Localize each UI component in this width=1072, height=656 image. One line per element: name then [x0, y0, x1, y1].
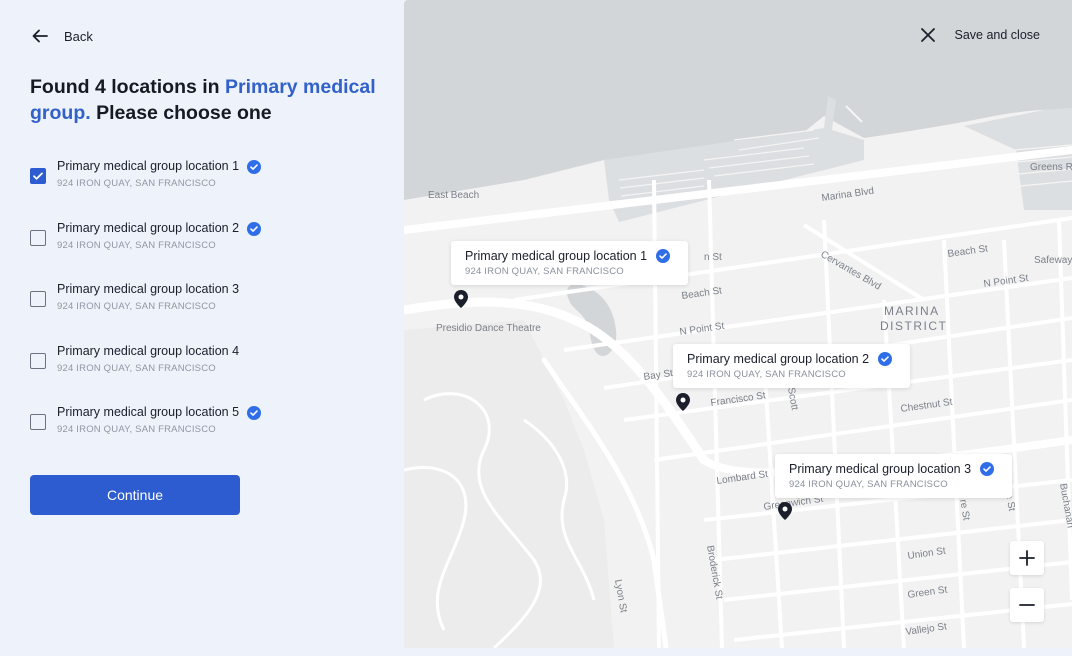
- location-checkbox-5[interactable]: [30, 414, 46, 430]
- check-icon: [33, 172, 43, 180]
- map-pin-icon[interactable]: [676, 393, 690, 411]
- plus-icon: [1019, 550, 1035, 566]
- card-location-address: 924 IRON QUAY, SAN FRANCISCO: [789, 479, 948, 490]
- location-option-2[interactable]: Primary medical group location 2 924 IRO…: [30, 221, 262, 251]
- back-label: Back: [64, 28, 93, 44]
- location-address: 924 IRON QUAY, SAN FRANCISCO: [57, 178, 216, 189]
- verified-icon: [247, 221, 262, 236]
- zoom-out-button[interactable]: [1010, 588, 1044, 622]
- close-icon: [920, 28, 935, 42]
- location-address: 924 IRON QUAY, SAN FRANCISCO: [57, 424, 216, 435]
- verified-icon: [980, 462, 995, 476]
- location-address: 924 IRON QUAY, SAN FRANCISCO: [57, 240, 216, 251]
- map-label: Greens Re: [1030, 162, 1072, 173]
- arrow-left-icon: [32, 29, 48, 43]
- map-label: MARINA: [884, 304, 940, 318]
- map-canvas[interactable]: East Beach Marina Blvd Greens Re Beach S…: [404, 0, 1072, 648]
- location-checkbox-1[interactable]: [30, 168, 46, 184]
- location-name: Primary medical group location 3: [57, 282, 240, 296]
- verified-icon: [247, 405, 262, 420]
- verified-icon: [656, 249, 671, 263]
- card-location-name: Primary medical group location 1: [465, 249, 648, 263]
- location-name: Primary medical group location 4: [57, 344, 240, 358]
- map-location-card-1[interactable]: Primary medical group location 1 924 IRO…: [451, 241, 688, 285]
- location-checkbox-2[interactable]: [30, 230, 46, 246]
- location-checkbox-3[interactable]: [30, 291, 46, 307]
- location-address: 924 IRON QUAY, SAN FRANCISCO: [57, 301, 216, 312]
- card-location-name: Primary medical group location 3: [789, 462, 972, 476]
- map-pin-icon[interactable]: [454, 290, 468, 308]
- location-panel: Back Found 4 locations in Primary medica…: [0, 0, 404, 656]
- map-location-card-2[interactable]: Primary medical group location 2 924 IRO…: [673, 344, 910, 388]
- minus-icon: [1019, 604, 1035, 606]
- card-location-address: 924 IRON QUAY, SAN FRANCISCO: [465, 266, 624, 277]
- card-location-address: 924 IRON QUAY, SAN FRANCISCO: [687, 369, 846, 380]
- map-label: DISTRICT: [880, 319, 947, 333]
- map-label: Presidio Dance Theatre: [436, 323, 541, 334]
- location-option-3[interactable]: Primary medical group location 3 924 IRO…: [30, 282, 239, 312]
- location-name: Primary medical group location 2: [57, 221, 240, 235]
- heading-suffix: Please choose one: [90, 102, 272, 124]
- save-and-close-button[interactable]: Save and close: [919, 26, 1040, 44]
- location-address: 924 IRON QUAY, SAN FRANCISCO: [57, 363, 216, 374]
- map-label: Safeway: [1034, 255, 1072, 266]
- map-view[interactable]: East Beach Marina Blvd Greens Re Beach S…: [404, 0, 1072, 648]
- map-label: n St: [704, 252, 722, 263]
- save-and-close-label: Save and close: [954, 28, 1040, 42]
- zoom-in-button[interactable]: [1010, 541, 1044, 575]
- map-pin-icon[interactable]: [778, 502, 792, 520]
- map-location-card-3[interactable]: Primary medical group location 3 924 IRO…: [775, 454, 1012, 498]
- location-name: Primary medical group location 5: [57, 405, 240, 419]
- location-option-5[interactable]: Primary medical group location 5 924 IRO…: [30, 405, 262, 435]
- page-title: Found 4 locations in Primary medical gro…: [30, 74, 390, 126]
- verified-icon: [247, 159, 262, 174]
- location-option-4[interactable]: Primary medical group location 4 924 IRO…: [30, 344, 239, 374]
- continue-button[interactable]: Continue: [30, 475, 240, 515]
- card-location-name: Primary medical group location 2: [687, 352, 870, 366]
- back-button[interactable]: Back: [30, 26, 93, 46]
- heading-prefix: Found 4 locations in: [30, 76, 225, 98]
- location-checkbox-4[interactable]: [30, 353, 46, 369]
- map-label: East Beach: [428, 190, 479, 201]
- location-name: Primary medical group location 1: [57, 159, 240, 173]
- location-option-1[interactable]: Primary medical group location 1 924 IRO…: [30, 159, 262, 189]
- verified-icon: [878, 352, 893, 366]
